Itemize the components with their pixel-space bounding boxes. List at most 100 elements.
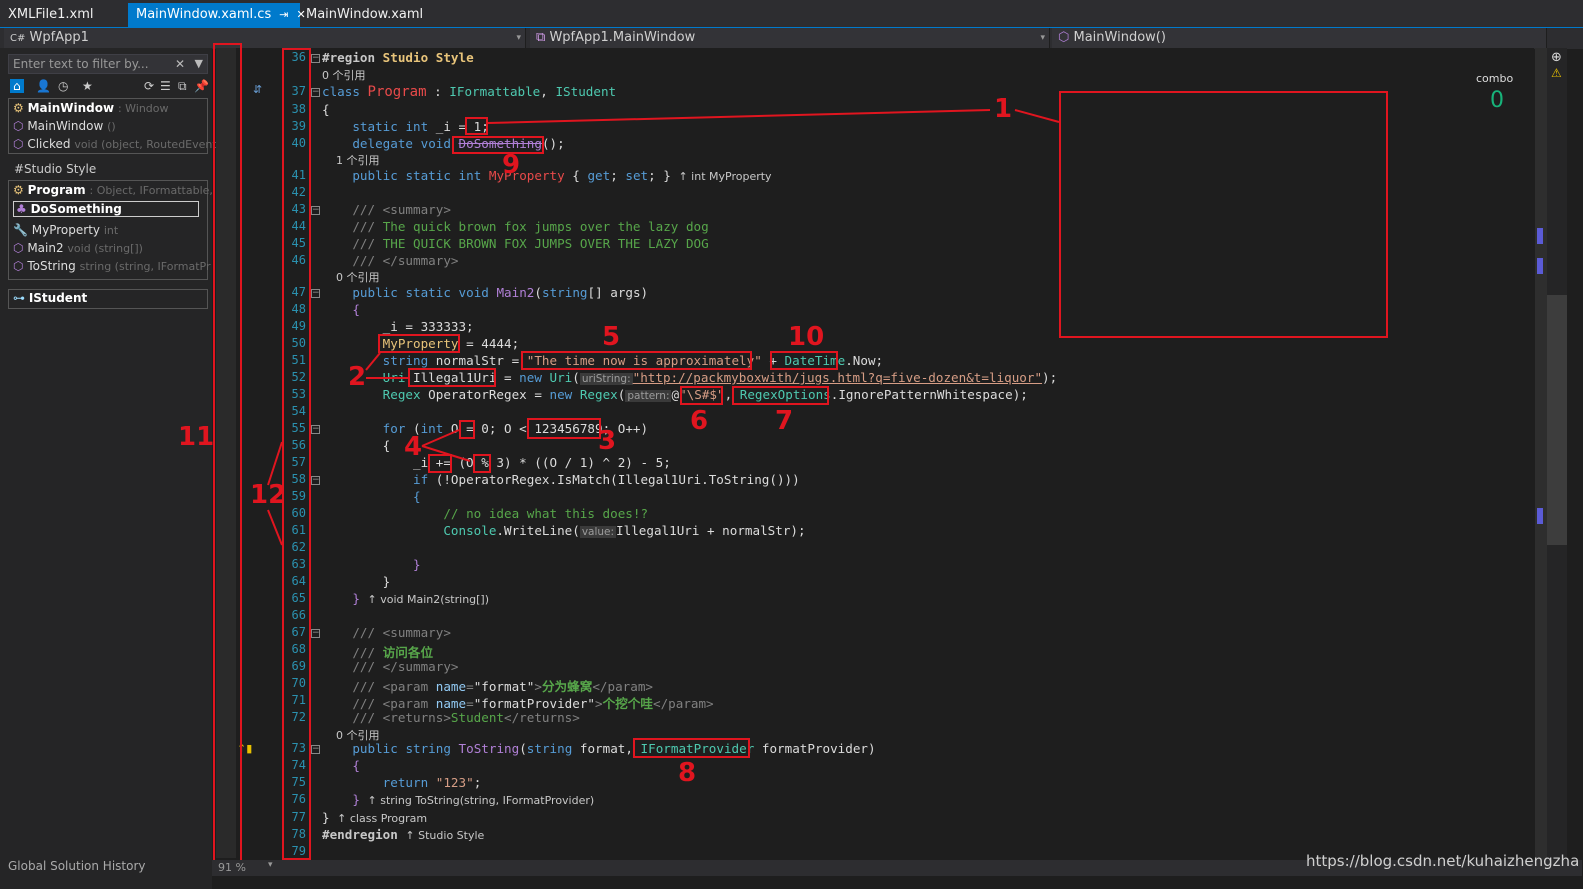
- clear-icon[interactable]: ✕: [175, 55, 185, 73]
- tab-label: MainWindow.xaml.cs: [136, 7, 272, 22]
- home-icon[interactable]: ⌂: [10, 79, 24, 93]
- line-number: 49: [291, 319, 306, 333]
- line-number: 53: [291, 387, 306, 401]
- line-number: 72: [291, 710, 306, 724]
- outline-item[interactable]: ⬡ Main2 void (string[]): [13, 241, 143, 255]
- code-line: return "123";: [382, 775, 482, 790]
- scrollbar-thumb[interactable]: [1547, 295, 1567, 545]
- line-number: 70: [291, 676, 306, 690]
- vertical-scrollbar[interactable]: [1535, 48, 1547, 860]
- method-icon: ⬡: [1058, 30, 1070, 45]
- outline-section-mainwindow: ⚙ MainWindow : Window ⬡ MainWindow () ⬡ …: [8, 98, 224, 154]
- code-line: {: [322, 102, 330, 117]
- code-editor[interactable]: 36 37 38 39 40 41 42 43 44 45 46 47 48 49 50 51 52 53 54 55…: [284, 48, 1534, 860]
- tab-mainwindow-xaml-cs[interactable]: MainWindow.xaml.cs ⇥ ✕: [128, 3, 306, 27]
- zoom-level[interactable]: 91 %: [218, 861, 246, 874]
- code-line: /// <summary>: [352, 202, 451, 217]
- fold-toggle[interactable]: −: [311, 425, 320, 434]
- collapse-icon[interactable]: ⧉: [178, 79, 187, 94]
- tab-xmlfile1[interactable]: XMLFile1.xml: [0, 3, 102, 27]
- code-line: Regex OperatorRegex = new Regex(pattern:…: [382, 387, 1028, 402]
- code-line: } ↑ string ToString(string, IFormatProvi…: [352, 792, 595, 807]
- glyph-margin: ⇵ ↑▮: [236, 48, 284, 860]
- line-number: 57: [291, 455, 306, 469]
- line-number: 59: [291, 489, 306, 503]
- fold-toggle[interactable]: −: [311, 745, 320, 754]
- method-icon: ⬡: [13, 259, 24, 273]
- pin-icon[interactable]: ⇥: [279, 8, 288, 21]
- quick-action-icon[interactable]: ↑▮: [237, 742, 252, 755]
- code-line: /// <summary>: [352, 625, 451, 640]
- combo-value: 0: [1490, 88, 1504, 113]
- pin-icon[interactable]: 📌: [194, 79, 209, 93]
- annotation-label-12: 12: [250, 480, 287, 510]
- person-icon[interactable]: 👤: [36, 79, 51, 93]
- fold-toggle[interactable]: −: [311, 88, 320, 97]
- outline-item[interactable]: ⚙ MainWindow : Window: [13, 101, 169, 115]
- filter-input[interactable]: Enter text to filter by... ✕ ▼: [8, 54, 208, 74]
- code-line: {: [352, 758, 360, 773]
- method-icon: ⬡: [13, 241, 24, 255]
- fold-toggle[interactable]: −: [311, 629, 320, 638]
- member-dropdown[interactable]: ⬡ MainWindow(): [1052, 28, 1547, 48]
- line-number: 66: [291, 608, 306, 622]
- project-dropdown[interactable]: C# WpfApp1 ▾: [4, 28, 526, 48]
- navigation-bar: C# WpfApp1 ▾ ⧉ WpfApp1.MainWindow ▾ ⬡ Main…: [0, 27, 1583, 49]
- tab-label: XMLFile1.xml: [8, 7, 94, 22]
- outline-section-program: ⚙ Program : Object, IFormattable, ♣ DoSo…: [8, 180, 213, 280]
- outline-section-istudent: ⊶ IStudent: [8, 289, 208, 309]
- code-line: } ↑ class Program: [322, 810, 428, 825]
- code-line: _i += (O % 3) * ((O / 1) ^ 2) - 5;: [322, 455, 671, 470]
- combo-label: combo: [1476, 72, 1514, 85]
- line-number: 42: [291, 185, 306, 199]
- codelens-refs[interactable]: 0 个引用: [322, 67, 366, 83]
- delegate-icon: ♣: [16, 202, 27, 216]
- type-dropdown[interactable]: ⧉ WpfApp1.MainWindow ▾: [530, 28, 1050, 48]
- outline-item[interactable]: ⬡ ToString string (string, IFormatPr: [13, 259, 211, 273]
- line-number: 69: [291, 659, 306, 673]
- codelens-refs[interactable]: 0 个引用: [322, 269, 380, 285]
- chevron-down-icon[interactable]: ▾: [268, 860, 273, 870]
- split-icon[interactable]: ⊕: [1551, 50, 1562, 65]
- clock-icon[interactable]: ◷: [58, 79, 68, 93]
- line-number: 38: [291, 102, 306, 116]
- codelens-refs[interactable]: 1 个引用: [322, 152, 380, 168]
- method-icon: ⬡: [13, 119, 24, 133]
- outline-item[interactable]: ⬡ Clicked void (object, RoutedEventA: [13, 137, 224, 151]
- line-number: 74: [291, 758, 306, 772]
- line-number: 47: [291, 285, 306, 299]
- refresh-icon[interactable]: ⟳: [144, 79, 154, 93]
- outline-item[interactable]: ⬡ MainWindow (): [13, 119, 116, 133]
- outline-item-selected[interactable]: ♣ DoSomething: [13, 201, 199, 217]
- line-number: 51: [291, 353, 306, 367]
- annotation-label-1: 1: [994, 94, 1013, 124]
- outline-item[interactable]: ⊶ IStudent: [13, 291, 87, 305]
- tab-label: MainWindow.xaml: [306, 7, 424, 22]
- fold-toggle[interactable]: −: [311, 206, 320, 215]
- fold-toggle[interactable]: −: [311, 289, 320, 298]
- code-line: string normalStr = "The time now is appr…: [382, 353, 884, 368]
- line-number: 43: [291, 202, 306, 216]
- line-number: 61: [291, 523, 306, 537]
- outline-item[interactable]: ⚙ Program : Object, IFormattable,: [13, 183, 213, 197]
- code-line: {: [352, 302, 360, 317]
- warning-icon[interactable]: ⚠: [1551, 66, 1562, 80]
- annotation-label-5: 5: [602, 322, 621, 352]
- code-line: /// THE QUICK BROWN FOX JUMPS OVER THE L…: [352, 236, 709, 251]
- line-number: 65: [291, 591, 306, 605]
- funnel-icon[interactable]: ▼: [195, 55, 203, 73]
- fold-toggle[interactable]: −: [311, 476, 320, 485]
- code-line: /// </summary>: [352, 253, 459, 268]
- code-line: /// The quick brown fox jumps over the l…: [352, 219, 709, 234]
- code-line: #endregion ↑ Studio Style: [322, 827, 485, 842]
- line-number: 46: [291, 253, 306, 267]
- global-solution-history-tab[interactable]: Global Solution History: [0, 857, 212, 875]
- tab-mainwindow-xaml[interactable]: MainWindow.xaml: [298, 3, 431, 27]
- star-icon[interactable]: ★: [82, 79, 93, 93]
- fold-toggle[interactable]: −: [311, 54, 320, 63]
- sidebar-toolbar: ⌂ 👤 ◷ ★ ⟳ ☰ ⧉ 📌: [8, 78, 209, 96]
- line-number: 73: [291, 741, 306, 755]
- outline-item[interactable]: 🔧 MyProperty int: [13, 223, 118, 237]
- list-icon[interactable]: ☰: [160, 79, 171, 93]
- code-line: Uri Illegal1Uri = new Uri(uriString: "htt…: [382, 370, 1058, 385]
